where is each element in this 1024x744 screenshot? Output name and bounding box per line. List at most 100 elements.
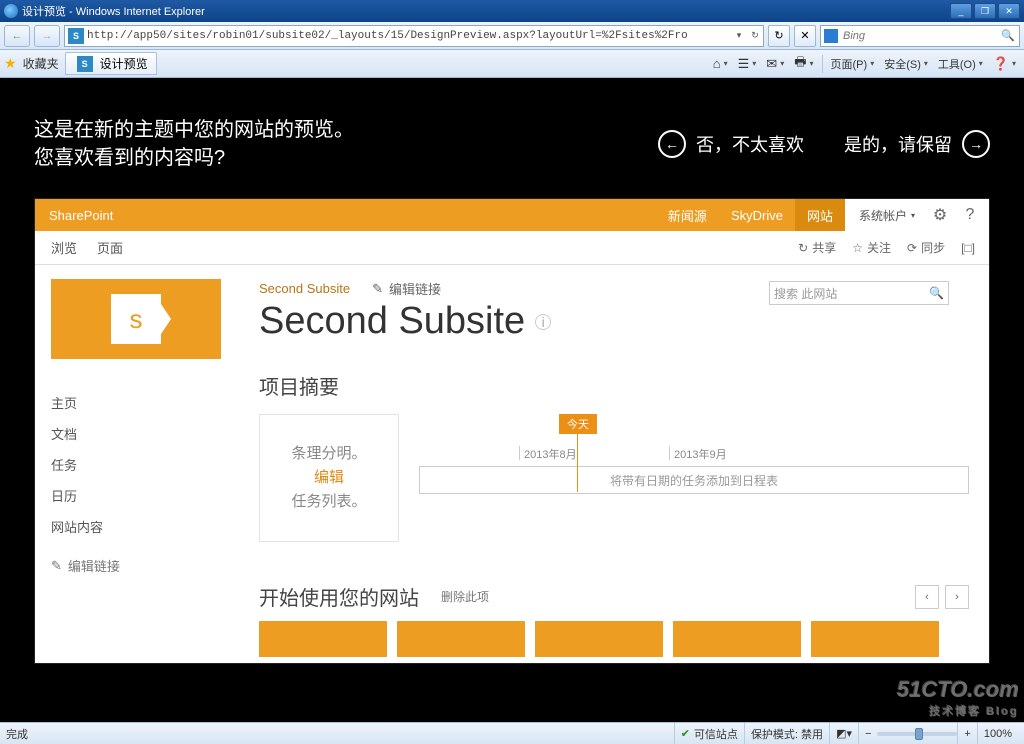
search-icon[interactable]: 🔍 [929,286,944,300]
status-protected: 保护模式: 禁用 [744,723,829,744]
share-icon: ↻ [798,241,808,255]
breadcrumb[interactable]: Second Subsite [259,281,350,296]
window-titlebar: 设计预览 - Windows Internet Explorer _ ❐ ✕ [0,0,1024,22]
tile-2[interactable] [397,621,525,657]
status-zone[interactable]: ✔可信站点 [674,723,744,744]
site-search-placeholder: 搜索 此网站 [774,285,837,302]
gear-icon[interactable]: ⚙ [925,205,955,225]
favorites-bar: ★ 收藏夹 S 设计预览 ⌂▾ ☰▾ ✉▾ 🖶▾ 页面(P)▾ 安全(S)▾ 工… [0,50,1024,78]
site-logo[interactable]: s [51,279,221,359]
tile-1[interactable] [259,621,387,657]
summary-card[interactable]: 条理分明。 编辑 任务列表。 [259,414,399,542]
sync-icon: ⟳ [907,241,917,255]
nav-back-button[interactable]: ← [4,25,30,47]
suite-sites[interactable]: 网站 [795,199,845,231]
sharepoint-frame: SharePoint 新闻源 SkyDrive 网站 系统帐户▾ ⚙ ? 浏览 … [34,198,990,664]
pencil-icon: ✎ [51,558,62,574]
tile-5[interactable] [811,621,939,657]
ql-sitecontents[interactable]: 网站内容 [51,511,241,542]
ie-icon [4,4,18,18]
quick-launch: 主页 文档 任务 日历 网站内容 ✎编辑链接 [51,387,241,581]
cmd-safety[interactable]: 安全(S)▾ [880,54,932,74]
browser-tab[interactable]: S 设计预览 [65,52,157,75]
tiles-next-button[interactable]: › [945,585,969,609]
zoom-out[interactable]: − [858,723,877,744]
suite-newsfeed[interactable]: 新闻源 [656,199,719,231]
tab-browse[interactable]: 浏览 [51,238,77,257]
action-share[interactable]: ↻共享 [798,239,836,256]
mail-icon: ✉ [766,56,777,72]
ql-home[interactable]: 主页 [51,387,241,418]
remove-this[interactable]: 删除此项 [441,588,489,605]
browser-search-go[interactable]: 🔍 [997,29,1019,42]
tile-3[interactable] [535,621,663,657]
window-restore-button[interactable]: ❐ [974,3,996,19]
bing-icon [824,29,838,43]
account-menu[interactable]: 系统帐户▾ [849,207,925,224]
timeline[interactable]: 今天 2013年8月 2013年9月 将带有日期的任务添加到日程表 [419,414,969,542]
banner-no[interactable]: ← 否，不太喜欢 [658,130,804,158]
suite-bar: SharePoint 新闻源 SkyDrive 网站 系统帐户▾ ⚙ ? [35,199,989,231]
month-sep: 2013年9月 [669,446,819,460]
site-search[interactable]: 搜索 此网站 🔍 [769,281,949,305]
stop-button[interactable]: ✕ [794,25,816,47]
cmd-help[interactable]: ❓▾ [989,54,1020,74]
nav-forward-button[interactable]: → [34,25,60,47]
left-column: s 主页 文档 任务 日历 网站内容 ✎编辑链接 [51,279,241,663]
cmd-home[interactable]: ⌂▾ [709,54,732,73]
status-mode[interactable]: ◩▾ [829,723,858,744]
tiles-prev-button[interactable]: ‹ [915,585,939,609]
section-project-summary: 项目摘要 [259,371,969,400]
suite-skydrive[interactable]: SkyDrive [719,199,795,231]
ql-calendar[interactable]: 日历 [51,480,241,511]
url-input[interactable] [87,30,731,42]
favorites-label[interactable]: 收藏夹 [23,55,59,72]
zoom-in[interactable]: + [957,723,976,744]
star-icon: ☆ [852,241,863,255]
tab-page[interactable]: 页面 [97,238,123,257]
action-sync[interactable]: ⟳同步 [907,239,945,256]
address-bar[interactable]: S ▾ ↻ [64,25,764,47]
cmd-mail[interactable]: ✉▾ [762,54,788,74]
action-follow[interactable]: ☆关注 [852,239,891,256]
summary-edit-link[interactable]: 编辑 [314,466,344,490]
timeline-hint[interactable]: 将带有日期的任务添加到日程表 [419,466,969,494]
cmd-tools[interactable]: 工具(O)▾ [934,54,987,74]
command-bar: ⌂▾ ☰▾ ✉▾ 🖶▾ 页面(P)▾ 安全(S)▾ 工具(O)▾ ❓▾ [709,51,1020,77]
cmd-feeds[interactable]: ☰▾ [734,54,761,74]
window-minimize-button[interactable]: _ [950,3,972,19]
pencil-icon: ✎ [372,281,383,297]
zoom-level[interactable]: 100% [977,723,1018,744]
arrow-left-icon: ← [658,130,686,158]
ql-tasks[interactable]: 任务 [51,449,241,480]
browser-statusbar: 完成 ✔可信站点 保护模式: 禁用 ◩▾ − + 100% [0,722,1024,744]
info-icon[interactable]: i [535,314,551,330]
tile-4[interactable] [673,621,801,657]
refresh-button[interactable]: ↻ [768,25,790,47]
browser-navbar: ← → S ▾ ↻ ↻ ✕ 🔍 [0,22,1024,50]
cmd-print[interactable]: 🖶▾ [790,51,817,77]
ql-documents[interactable]: 文档 [51,418,241,449]
suite-brand[interactable]: SharePoint [35,208,127,223]
design-preview-shell: 这是在新的主题中您的网站的预览。 您喜欢看到的内容吗? ← 否，不太喜欢 是的，… [0,78,1024,722]
banner-line2: 您喜欢看到的内容吗? [34,144,354,172]
banner-yes[interactable]: 是的，请保留 → [844,130,990,158]
window-close-button[interactable]: ✕ [998,3,1020,19]
address-dropdown[interactable]: ▾ [731,30,747,41]
month-aug: 2013年8月 [519,446,669,460]
browser-search[interactable]: 🔍 [820,25,1020,47]
edit-links[interactable]: ✎编辑链接 [372,279,441,298]
help-icon: ❓ [993,56,1009,72]
site-icon: S [68,28,84,44]
tab-title: 设计预览 [100,55,148,72]
print-icon: 🖶 [794,53,806,75]
zoom-slider[interactable] [877,732,957,736]
favorites-star-icon[interactable]: ★ [4,55,17,72]
action-focus[interactable]: [□] [961,241,975,255]
check-icon: ✔ [681,727,690,740]
suite-help-icon[interactable]: ? [955,206,985,224]
ql-edit-links[interactable]: ✎编辑链接 [51,550,241,581]
cmd-page[interactable]: 页面(P)▾ [827,54,879,74]
address-refresh-icon[interactable]: ↻ [747,30,763,41]
browser-search-input[interactable] [841,30,997,42]
